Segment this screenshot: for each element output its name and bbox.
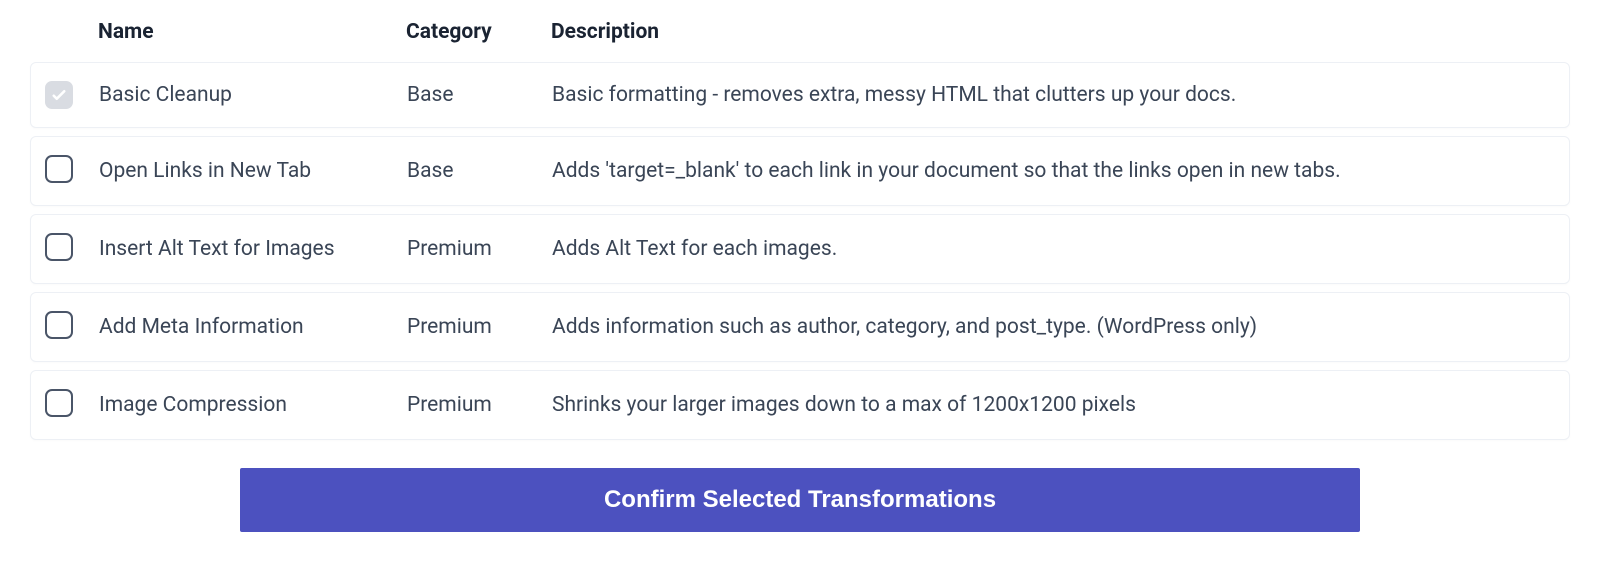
row-name: Image Compression xyxy=(99,393,407,417)
row-description: Shrinks your larger images down to a max… xyxy=(552,393,1555,417)
row-checkbox-image-compression[interactable] xyxy=(45,389,73,417)
table-row: Image Compression Premium Shrinks your l… xyxy=(30,370,1570,440)
row-description: Adds information such as author, categor… xyxy=(552,315,1555,339)
check-icon xyxy=(50,86,68,104)
header-category: Category xyxy=(406,20,551,44)
row-checkbox-meta-info[interactable] xyxy=(45,311,73,339)
table-row: Basic Cleanup Base Basic formatting - re… xyxy=(30,62,1570,128)
transformations-table: Name Category Description Basic Cleanup … xyxy=(30,10,1570,440)
confirm-button[interactable]: Confirm Selected Transformations xyxy=(240,468,1360,532)
table-row: Insert Alt Text for Images Premium Adds … xyxy=(30,214,1570,284)
row-name: Add Meta Information xyxy=(99,315,407,339)
row-checkbox-basic-cleanup xyxy=(45,81,73,109)
row-category: Base xyxy=(407,83,552,107)
table-header: Name Category Description xyxy=(30,10,1570,62)
row-category: Premium xyxy=(407,393,552,417)
row-category: Premium xyxy=(407,315,552,339)
row-category: Base xyxy=(407,159,552,183)
header-description: Description xyxy=(551,20,1556,44)
row-description: Adds Alt Text for each images. xyxy=(552,237,1555,261)
row-name: Open Links in New Tab xyxy=(99,159,407,183)
row-category: Premium xyxy=(407,237,552,261)
row-checkbox-alt-text[interactable] xyxy=(45,233,73,261)
row-name: Insert Alt Text for Images xyxy=(99,237,407,261)
row-description: Adds 'target=_blank' to each link in you… xyxy=(552,159,1555,183)
table-row: Add Meta Information Premium Adds inform… xyxy=(30,292,1570,362)
row-name: Basic Cleanup xyxy=(99,83,407,107)
row-checkbox-open-links[interactable] xyxy=(45,155,73,183)
header-name: Name xyxy=(98,20,406,44)
row-description: Basic formatting - removes extra, messy … xyxy=(552,83,1555,107)
table-row: Open Links in New Tab Base Adds 'target=… xyxy=(30,136,1570,206)
